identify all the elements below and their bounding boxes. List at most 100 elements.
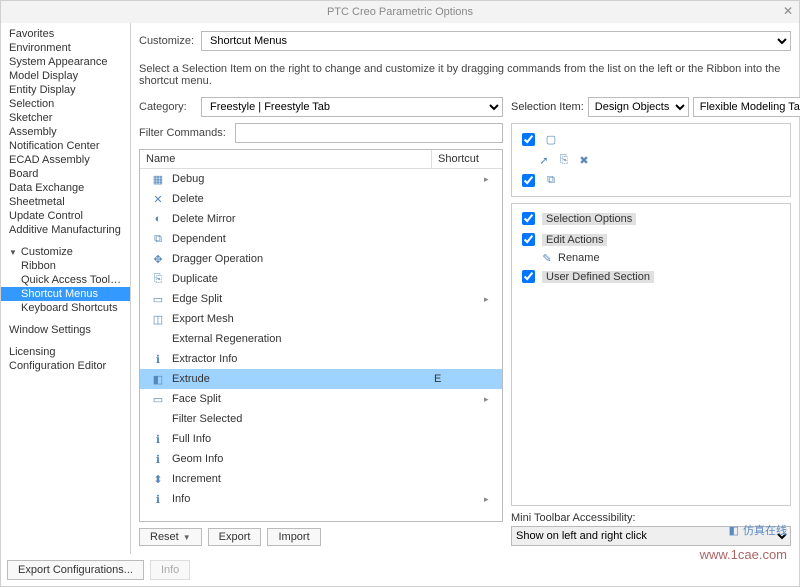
command-item[interactable]: ✕Delete (140, 189, 502, 209)
customize-label: Customize: (139, 35, 201, 47)
command-icon: ▦ (150, 171, 166, 187)
sidebar-item-shortcut-menus[interactable]: Shortcut Menus (1, 287, 130, 301)
command-icon: ⧉ (150, 231, 166, 247)
close-icon[interactable]: ✕ (783, 4, 793, 18)
sidebar-item-keyboard[interactable]: Keyboard Shortcuts (1, 301, 130, 315)
sidebar-item[interactable]: Data Exchange (1, 181, 130, 195)
command-icon: ℹ (150, 351, 166, 367)
command-name: Info (172, 493, 434, 505)
tree-item-rename[interactable]: Rename (558, 252, 600, 264)
command-icon: ◐ (150, 211, 166, 227)
command-name: Duplicate (172, 273, 434, 285)
command-item[interactable]: ℹFull Info (140, 429, 502, 449)
selection-tab-select[interactable]: Flexible Modeling Tab (693, 97, 800, 117)
sidebar-item[interactable]: System Appearance (1, 55, 130, 69)
sidebar-item-config-editor[interactable]: Configuration Editor (1, 359, 130, 373)
selection-item-label: Selection Item: (511, 101, 584, 113)
section-user-defined[interactable]: User Defined Section (542, 271, 654, 283)
command-item[interactable]: Filter Selected (140, 409, 502, 429)
sidebar-item-qat[interactable]: Quick Access Toolbar (1, 273, 130, 287)
sidebar-item[interactable]: Entity Display (1, 83, 130, 97)
sidebar-item-licensing[interactable]: Licensing (1, 345, 130, 359)
command-item[interactable]: ▦Debug▸ (140, 169, 502, 189)
customize-select[interactable]: Shortcut Menus (201, 31, 791, 51)
section-edit-actions[interactable]: Edit Actions (542, 234, 607, 246)
section-checkbox[interactable] (522, 212, 535, 225)
command-list[interactable]: Name Shortcut ▦ Debug ▸ ✕Delete ◐ Delete Mirr… (139, 149, 503, 522)
command-item[interactable]: ✥Dragger Operation (140, 249, 502, 269)
reset-button[interactable]: Reset▼ (139, 528, 202, 546)
submenu-icon: ▸ (484, 294, 498, 305)
section-selection-options[interactable]: Selection Options (542, 213, 636, 225)
body: Favorites Environment System Appearance … (1, 23, 799, 554)
command-item[interactable]: ◫Export Mesh (140, 309, 502, 329)
command-icon: ℹ (150, 431, 166, 447)
shortcut-menu-tree: Selection Options Edit Actions ✎ Rename (511, 203, 791, 506)
command-icon: ℹ (150, 451, 166, 467)
command-item[interactable]: ℹInfo▸ (140, 489, 502, 509)
import-button[interactable]: Import (267, 528, 320, 546)
sidebar-item[interactable]: Model Display (1, 69, 130, 83)
command-name: Extrude (172, 373, 434, 385)
sidebar-item[interactable]: Additive Manufacturing (1, 223, 130, 237)
sidebar-item[interactable]: Sketcher (1, 111, 130, 125)
sidebar-item[interactable]: Board (1, 167, 130, 181)
sidebar-customize-header[interactable]: Customize (1, 245, 130, 259)
command-shortcut: E (434, 373, 484, 385)
footer: Export Configurations... Info (1, 554, 799, 586)
command-icon (150, 331, 166, 347)
copy-icon[interactable]: ⎘ (557, 153, 571, 167)
sidebar-item[interactable]: Environment (1, 41, 130, 55)
command-item[interactable]: ℹGeom Info (140, 449, 502, 469)
sidebar-item[interactable]: Selection (1, 97, 130, 111)
command-icon: ◧ (150, 371, 166, 387)
section-checkbox[interactable] (522, 270, 535, 283)
command-icon (150, 411, 166, 427)
delete-icon[interactable]: ✖ (577, 153, 591, 167)
command-item[interactable]: ◧ ExtrudeE (140, 369, 502, 389)
sidebar-item[interactable]: Sheetmetal (1, 195, 130, 209)
command-icon: ▭ (150, 291, 166, 307)
command-name: Extractor Info (172, 353, 434, 365)
command-name: Debug (172, 173, 434, 185)
command-item[interactable]: ◐ Delete Mirror (140, 209, 502, 229)
sidebar-item[interactable]: Favorites (1, 27, 130, 41)
mini-toolbar-accessibility: Mini Toolbar Accessibility: Show on left… (511, 512, 791, 546)
command-icon: ✥ (150, 251, 166, 267)
chevron-down-icon: ▼ (183, 533, 191, 542)
help-text: Select a Selection Item on the right to … (139, 63, 791, 87)
col-shortcut: Shortcut (432, 150, 502, 168)
command-icon: ◫ (150, 311, 166, 327)
copy2-icon[interactable]: ⧉ (544, 174, 558, 188)
command-item[interactable]: ℹ Extractor Info (140, 349, 502, 369)
toolbar-row2-checkbox[interactable] (522, 174, 535, 187)
command-name: External Regeneration (172, 333, 434, 345)
command-item[interactable]: ⎘Duplicate (140, 269, 502, 289)
category-label: Category: (139, 101, 201, 113)
mini-select[interactable]: Show on left and right click (511, 526, 791, 546)
command-item[interactable]: ▭Edge Split▸ (140, 289, 502, 309)
filter-input[interactable] (235, 123, 503, 143)
command-item[interactable]: ▭Face Split▸ (140, 389, 502, 409)
sidebar-item[interactable]: Update Control (1, 209, 130, 223)
command-item[interactable]: ⬍Increment (140, 469, 502, 489)
toolbar-row1-checkbox[interactable] (522, 133, 535, 146)
section-checkbox[interactable] (522, 233, 535, 246)
sidebar-item-window-settings[interactable]: Window Settings (1, 323, 130, 337)
arrow-icon[interactable]: ➚ (537, 153, 551, 167)
export-button[interactable]: Export (208, 528, 262, 546)
sidebar-item[interactable]: Assembly (1, 125, 130, 139)
sidebar-item[interactable]: Notification Center (1, 139, 130, 153)
sidebar-item[interactable]: ECAD Assembly (1, 153, 130, 167)
category-select[interactable]: Freestyle | Freestyle Tab (201, 97, 503, 117)
sidebar-item-ribbon[interactable]: Ribbon (1, 259, 130, 273)
mini-toolbar-preview: ▢ ➚ ⎘ ✖ ⧉ (511, 123, 791, 197)
command-item[interactable]: External Regeneration (140, 329, 502, 349)
command-name: Face Split (172, 393, 434, 405)
command-name: Delete Mirror (172, 213, 434, 225)
window-title: PTC Creo Parametric Options (327, 6, 473, 18)
command-list-header: Name Shortcut (140, 150, 502, 169)
selection-item-select[interactable]: Design Objects (588, 97, 689, 117)
command-item[interactable]: ⧉Dependent (140, 229, 502, 249)
export-configurations-button[interactable]: Export Configurations... (7, 560, 144, 580)
